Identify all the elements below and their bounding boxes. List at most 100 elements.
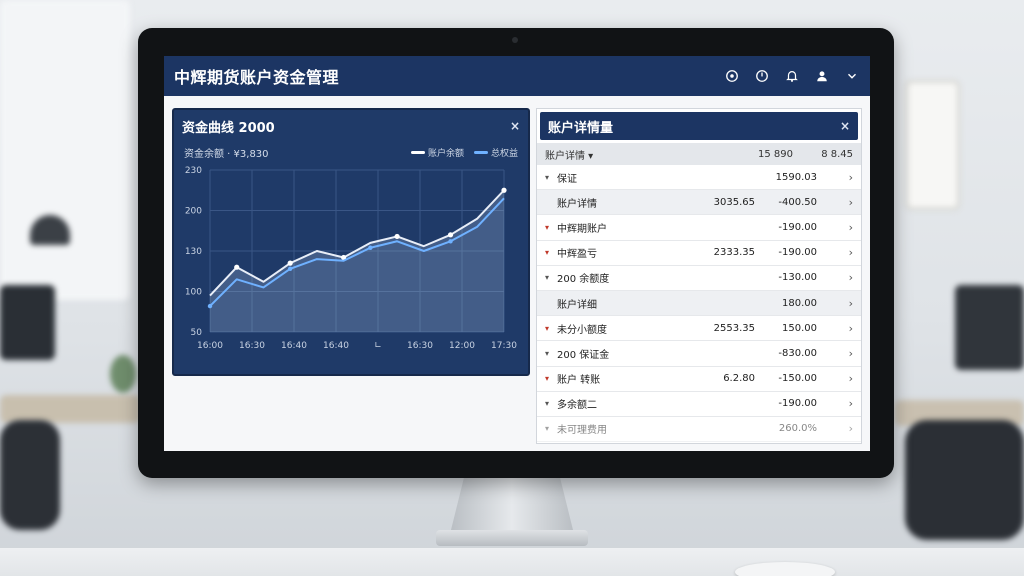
y-tick-label: 100 (185, 288, 202, 298)
row-value-2: 180.00 (782, 297, 817, 309)
expand-arrow-icon[interactable]: ▾ (545, 399, 557, 408)
row-value-2: -130.00 (778, 272, 817, 284)
expand-arrow-icon[interactable]: ▾ (545, 324, 557, 333)
expand-arrow-icon[interactable]: ▾ (545, 374, 557, 383)
background-monitor-right (955, 285, 1024, 370)
account-panel-title: 账户详情量 (548, 120, 614, 136)
background-window (0, 0, 130, 300)
x-tick-label: 17:30 (491, 341, 517, 351)
monitor-stand (450, 474, 574, 534)
expand-arrow-icon[interactable]: ▾ (545, 349, 557, 358)
table-row[interactable]: ▾ 未可理费用 260.0% › (537, 417, 861, 443)
row-label: 中辉盈亏 (557, 249, 597, 261)
row-label: 未可理费用 (557, 425, 607, 437)
legend-swatch-balance (410, 150, 425, 154)
equity-point (207, 303, 213, 309)
balance-point (287, 260, 293, 266)
table-row[interactable]: ▾ 账户 转账 6.2.80 -150.00 › (537, 367, 861, 392)
chevron-right-icon[interactable]: › (817, 297, 853, 310)
legend-item-equity[interactable]: 总权益 (473, 146, 518, 159)
user-icon[interactable] (814, 68, 830, 84)
expand-arrow-icon[interactable]: ▾ (545, 248, 557, 257)
column-header-account[interactable]: 账户详情 ▾ (545, 147, 713, 162)
x-tick-label: 12:00 (449, 341, 475, 351)
table-row[interactable]: ▾ 200 余额度 -130.00 › (537, 266, 861, 291)
chevron-right-icon[interactable]: › (817, 221, 853, 234)
x-tick-label: 16:40 (323, 341, 349, 351)
account-close-button[interactable]: × (840, 119, 850, 133)
row-label: 保证 (557, 173, 577, 185)
chevron-right-icon[interactable]: › (817, 171, 853, 184)
fund-curve-chart: 50 100 130 200 230 16:00 16:30 16:40 16:40 ∟ 16:30… (185, 166, 517, 351)
chart-title: 资金曲线 2000 (182, 120, 275, 136)
row-value-1: 6.2.80 (723, 373, 755, 385)
equity-point (287, 266, 293, 272)
row-label: 中辉期账户 (557, 223, 607, 235)
app-header: 中辉期货账户资金管理 (164, 56, 870, 96)
settings-icon[interactable] (724, 68, 740, 84)
table-row[interactable]: ▾ 保证 1590.03 › (537, 165, 861, 191)
chart-close-button[interactable]: × (510, 119, 520, 133)
row-value-2: -190.00 (778, 221, 817, 233)
legend-label-balance: 账户余额 (427, 148, 464, 159)
row-value-2: -400.50 (778, 196, 817, 208)
table-column-header: 账户详情 ▾ 15 890 8 8.45 (537, 143, 861, 165)
chevron-down-icon[interactable] (844, 68, 860, 84)
chevron-right-icon[interactable]: › (817, 322, 853, 335)
app-title: 中辉期货账户资金管理 (174, 68, 340, 87)
chevron-right-icon[interactable]: › (817, 372, 853, 385)
chart-panel-header: 资金曲线 2000 × (174, 110, 528, 142)
clock-icon[interactable] (754, 68, 770, 84)
background-desk-left (0, 395, 140, 423)
row-value-2: -190.00 (778, 398, 817, 410)
y-tick-label: 200 (185, 207, 202, 217)
expand-arrow-icon[interactable]: ▾ (545, 424, 557, 433)
table-row[interactable]: ▾ 200 保证金 -830.00 › (537, 341, 861, 367)
chevron-right-icon[interactable]: › (817, 271, 853, 284)
table-row[interactable]: ▾ 未分小额度 2553.35 150.00 › (537, 316, 861, 342)
balance-point (501, 187, 507, 193)
balance-area (210, 190, 504, 332)
row-value-2: -830.00 (778, 347, 817, 359)
fund-curve-panel: 资金曲线 2000 × 资金余额 · ¥3,830 账户余额 总权益 50 100… (172, 108, 530, 376)
table-row[interactable]: ▾ 中辉盈亏 2333.35 -190.00 › (537, 241, 861, 266)
expand-arrow-icon[interactable]: ▾ (545, 223, 557, 232)
chevron-right-icon[interactable]: › (817, 196, 853, 209)
background-chair-right (905, 420, 1024, 540)
monitor-bezel: 中辉期货账户资金管理 资金曲线 2000 × 资金余额 · ¥3,830 账户余… (138, 28, 894, 478)
background-plant (110, 355, 136, 393)
chart-legend: 账户余额 总权益 (410, 146, 518, 159)
row-label: 账户 转账 (557, 375, 601, 387)
legend-swatch-equity (473, 150, 488, 154)
row-label: 多余额二 (557, 400, 597, 412)
table-row[interactable]: ▾ 多余额二 -190.00 › (537, 392, 861, 417)
row-label: 账户详情 (557, 198, 597, 210)
column-header-value-1: 15 890 (758, 148, 793, 160)
column-header-value-2: 8 8.45 (821, 148, 853, 160)
account-panel-header: 账户详情量 × (540, 112, 858, 140)
account-details-panel: 账户详情量 × 账户详情 ▾ 15 890 8 8.45 ▾ 保证 1590.03 ›… (536, 108, 862, 444)
bell-icon[interactable] (784, 68, 800, 84)
row-label: 200 余额度 (557, 274, 610, 286)
expand-arrow-icon[interactable]: ▾ (545, 273, 557, 282)
row-value-2: 150.00 (782, 322, 817, 334)
balance-point (234, 264, 240, 270)
expand-arrow-icon[interactable]: ▾ (545, 173, 557, 182)
chevron-right-icon[interactable]: › (817, 422, 853, 435)
row-value-1: 2333.35 (713, 247, 755, 259)
table-row[interactable]: 账户详细 180.00 › (537, 290, 861, 317)
table-row[interactable]: 账户详情 3035.65 -400.50 › (537, 190, 861, 216)
background-monitor-left (0, 285, 55, 360)
row-label: 200 保证金 (557, 349, 610, 361)
row-value-2: 260.0% (778, 423, 817, 435)
row-value-2: 1590.03 (775, 171, 817, 183)
table-body: ▾ 保证 1590.03 › 账户详情 3035.65 -400.50 › ▾ 中辉期账户 -190… (537, 165, 861, 443)
chevron-right-icon[interactable]: › (817, 397, 853, 410)
chevron-right-icon[interactable]: › (817, 246, 853, 259)
y-tick-label: 130 (185, 247, 202, 257)
table-row[interactable]: ▾ 中辉期账户 -190.00 › (537, 215, 861, 241)
webcam (512, 37, 518, 43)
legend-item-balance[interactable]: 账户余额 (410, 146, 464, 159)
chevron-right-icon[interactable]: › (817, 347, 853, 360)
mouse (735, 562, 835, 576)
